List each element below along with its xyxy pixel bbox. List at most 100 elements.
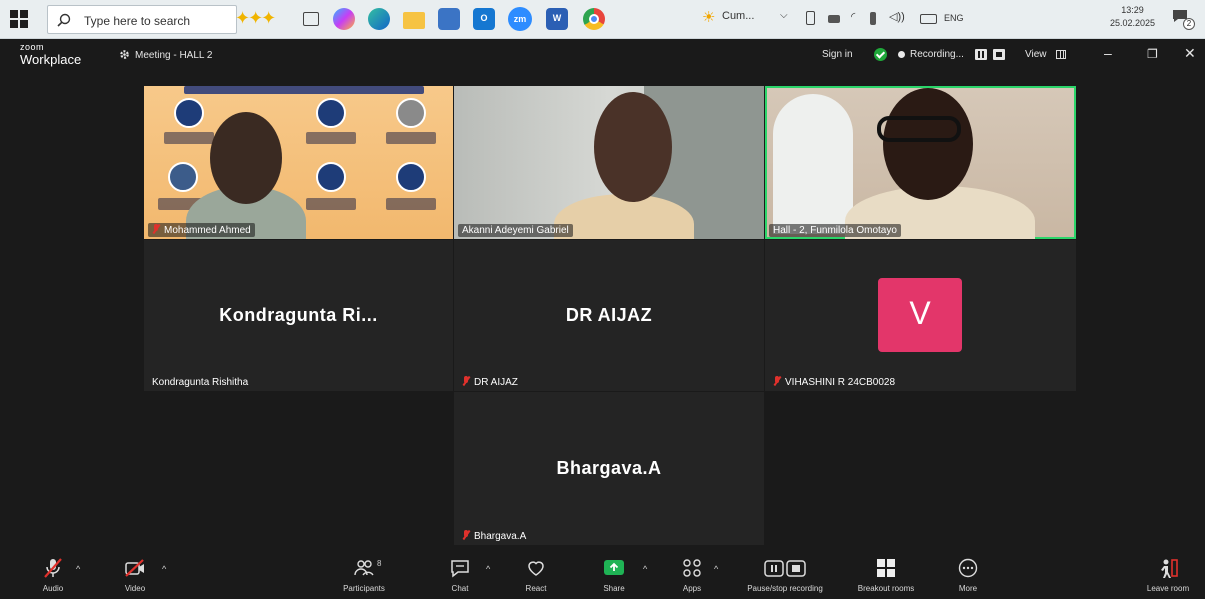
zoom-app-icon[interactable]: zm — [508, 7, 532, 31]
participant-name-label: Hall - 2, Funmilola Omotayo — [769, 224, 901, 237]
chat-label: Chat — [451, 584, 469, 593]
copilot-icon[interactable] — [333, 8, 355, 30]
search-highlight-icon[interactable]: ✦✦✦ — [235, 8, 276, 29]
share-arrow-icon — [604, 560, 624, 575]
notification-center-icon[interactable]: 2 — [1172, 9, 1195, 30]
usb-icon[interactable] — [870, 12, 876, 25]
speaker-caption — [386, 132, 436, 144]
more-ellipsis-icon — [958, 558, 978, 578]
participant-name-label: DR AIJAZ — [458, 375, 522, 389]
tray-network-adapter-icon[interactable] — [828, 15, 840, 23]
search-icon — [57, 13, 71, 27]
share-screen-button[interactable]: Share — [598, 557, 630, 593]
breakout-rooms-button[interactable]: Breakout rooms — [846, 557, 926, 593]
chat-options-chevron-icon[interactable]: ^ — [486, 564, 490, 574]
participant-tile-funmilola-omotayo[interactable]: Hall - 2, Funmilola Omotayo — [765, 86, 1076, 239]
word-icon[interactable]: W — [546, 8, 568, 30]
sign-in-button[interactable]: Sign in — [822, 49, 853, 60]
wifi-icon[interactable]: ◜ — [851, 10, 855, 23]
close-window-icon[interactable]: ✕ — [1184, 45, 1196, 62]
pause-recording-icon[interactable] — [975, 49, 987, 60]
view-button[interactable]: View — [1025, 49, 1047, 60]
apps-button[interactable]: Apps — [677, 557, 707, 593]
file-explorer-icon[interactable] — [403, 12, 425, 29]
muted-mic-icon — [462, 376, 470, 386]
speaker-photo — [396, 98, 426, 128]
audio-button[interactable]: Audio — [36, 557, 70, 593]
breakout-rooms-icon — [877, 559, 895, 577]
chat-bubble-icon — [451, 560, 469, 578]
notification-count: 2 — [1183, 18, 1195, 30]
minimize-window-icon[interactable]: – — [1104, 45, 1112, 61]
clock-date: 25.02.2025 — [1110, 18, 1156, 28]
recording-dot-icon — [898, 51, 905, 58]
language-indicator[interactable]: ENG — [944, 13, 964, 23]
weather-label[interactable]: Cum... — [722, 10, 754, 22]
apps-label: Apps — [682, 584, 702, 593]
muted-mic-icon — [152, 224, 160, 234]
speaker-photo — [316, 98, 346, 128]
people-icon — [354, 560, 374, 576]
taskbar-search-box[interactable]: Type here to search — [47, 5, 237, 34]
share-options-chevron-icon[interactable]: ^ — [643, 564, 647, 574]
participant-tile-bhargava-a[interactable]: Bhargava.A Bhargava.A — [454, 392, 764, 545]
muted-mic-icon — [462, 530, 470, 540]
speaker-caption — [306, 132, 356, 144]
share-label: Share — [603, 584, 625, 593]
pause-stop-recording-button[interactable]: Pause/stop recording — [733, 557, 837, 593]
apps-options-chevron-icon[interactable]: ^ — [714, 564, 718, 574]
audio-label: Audio — [42, 584, 64, 593]
speaker-caption — [164, 132, 214, 144]
windows-taskbar: Type here to search ✦✦✦ O zm W ☀ Cum... … — [0, 0, 1205, 39]
participant-display-name: Kondragunta Ri... — [219, 305, 378, 325]
maximize-window-icon[interactable]: ❐ — [1147, 47, 1158, 61]
outlook-icon[interactable]: O — [473, 8, 495, 30]
view-grid-icon[interactable] — [1056, 50, 1066, 59]
leave-room-button[interactable]: Leave room — [1137, 557, 1199, 593]
pause-stop-recording-label: Pause/stop recording — [747, 584, 823, 593]
participant-tile-akanni-adeyemi-gabriel[interactable]: Akanni Adeyemi Gabriel — [454, 86, 764, 239]
windows-start-icon[interactable] — [10, 10, 30, 30]
participant-name-label: Akanni Adeyemi Gabriel — [458, 224, 573, 237]
tray-chevron-icon[interactable]: ⌵ — [780, 10, 788, 21]
breakout-rooms-label: Breakout rooms — [857, 584, 915, 593]
poster-title-band — [184, 86, 424, 94]
edge-browser-icon[interactable] — [368, 8, 390, 30]
participant-display-name: Bhargava.A — [556, 458, 662, 478]
task-view-icon[interactable] — [303, 12, 319, 26]
react-button[interactable]: React — [521, 557, 551, 593]
keyboard-icon[interactable] — [920, 14, 937, 24]
logo-workplace-text: Workplace — [20, 52, 82, 67]
search-placeholder: Type here to search — [84, 14, 191, 28]
zoom-title-bar: zoom Workplace Meeting - HALL 2 Sign in … — [0, 39, 1205, 74]
video-options-chevron-icon[interactable]: ^ — [162, 564, 166, 574]
participant-tile-dr-aijaz[interactable]: DR AIJAZ DR AIJAZ — [454, 240, 764, 391]
react-label: React — [525, 584, 547, 593]
chat-button[interactable]: Chat — [445, 557, 475, 593]
volume-icon[interactable]: ◁)) — [889, 10, 905, 23]
camera-off-icon — [125, 559, 144, 577]
video-button[interactable]: Video — [118, 557, 152, 593]
logo-zoom-text: zoom — [20, 42, 45, 52]
participant-avatar: V — [878, 278, 962, 352]
speaker-photo — [316, 162, 346, 192]
arched-doorway-background — [773, 94, 853, 234]
tray-app-icon[interactable] — [806, 11, 815, 25]
microphone-muted-icon — [44, 558, 62, 578]
meeting-title-text: Meeting - HALL 2 — [135, 50, 213, 61]
participant-tile-vihashini[interactable]: V VIHASHINI R 24CB0028 — [765, 240, 1076, 391]
stop-recording-icon[interactable] — [993, 49, 1005, 60]
more-button[interactable]: More — [953, 557, 983, 593]
participants-button[interactable]: Participants — [336, 557, 392, 593]
participant-tile-mohammed-ahmed[interactable]: Mohammed Ahmed — [144, 86, 453, 239]
taskbar-clock[interactable]: 13:29 25.02.2025 — [1110, 4, 1155, 30]
store-icon[interactable] — [438, 8, 460, 30]
recording-status: Recording... — [910, 49, 964, 60]
chrome-icon[interactable] — [583, 8, 605, 30]
security-shield-icon[interactable] — [874, 48, 887, 61]
speaker-caption — [386, 198, 436, 210]
audio-options-chevron-icon[interactable]: ^ — [76, 564, 80, 574]
participant-tile-kondragunta-rishitha[interactable]: Kondragunta Ri... Kondragunta Rishitha — [144, 240, 453, 391]
zoom-workplace-logo: zoom Workplace — [20, 42, 82, 68]
weather-icon[interactable]: ☀ — [702, 8, 715, 26]
